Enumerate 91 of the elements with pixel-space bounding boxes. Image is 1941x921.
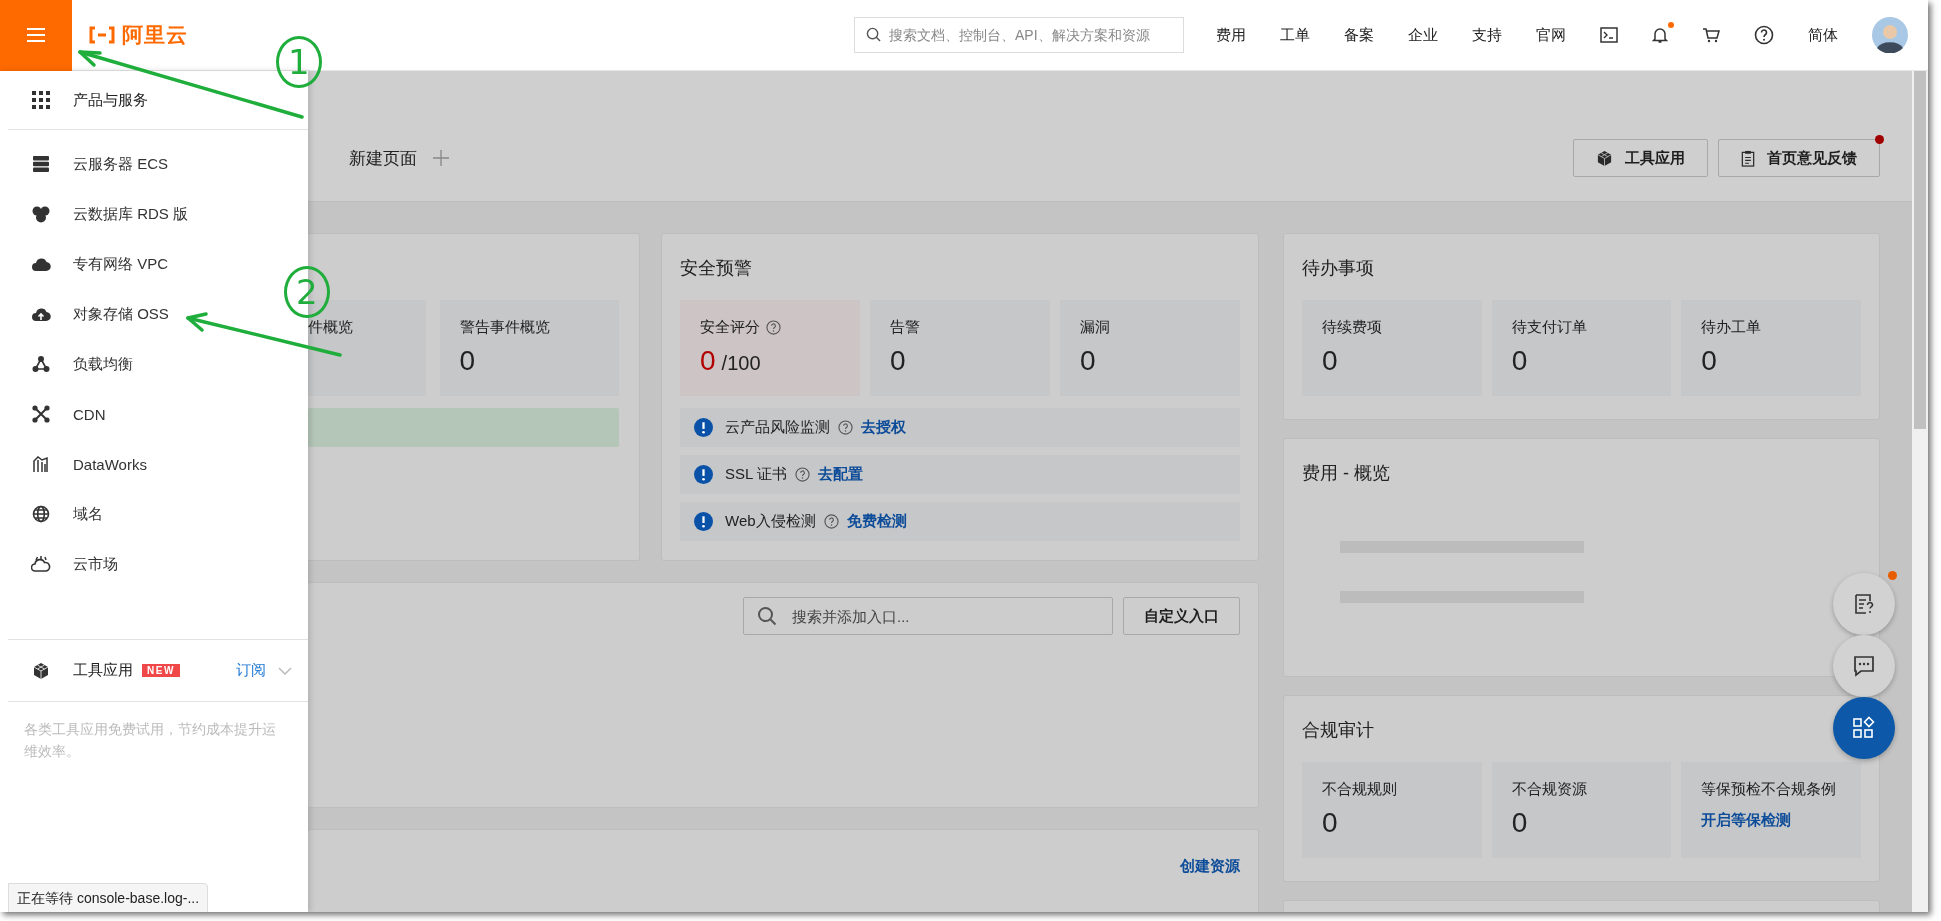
nav-link[interactable]: 工单 — [1280, 25, 1310, 45]
network-icon — [31, 405, 51, 423]
cart-icon[interactable] — [1702, 27, 1720, 43]
logo-icon — [88, 26, 116, 44]
header-button[interactable]: 工具应用 — [1573, 139, 1708, 177]
exclamation-icon — [694, 418, 713, 437]
entry-search-field[interactable]: 搜索并添加入口... — [743, 597, 1113, 635]
faq-icon — [1852, 592, 1876, 616]
card-title: 待办事项 — [1302, 257, 1375, 280]
tile-label: 待办工单 — [1701, 318, 1763, 337]
tile-value: 0 — [1322, 345, 1339, 377]
exclamation-icon — [694, 512, 713, 531]
bell-icon[interactable] — [1652, 26, 1668, 44]
columns-icon — [31, 455, 51, 473]
tile-label: 待续费项 — [1322, 318, 1383, 337]
grid-icon — [31, 91, 51, 109]
server-icon — [31, 155, 51, 173]
language-link[interactable]: 简体 — [1808, 25, 1838, 45]
tile-label: 等保预检不合规条例 — [1701, 780, 1838, 799]
menu-button[interactable] — [0, 0, 72, 71]
page-tab[interactable]: 新建页面 — [349, 146, 417, 170]
search-icon — [757, 606, 777, 626]
nav-link[interactable]: 支持 — [1472, 25, 1502, 45]
tile-label: 安全评分 — [700, 318, 760, 337]
scrollbar-thumb[interactable] — [1914, 71, 1926, 429]
card-title: 安全预警 — [680, 257, 753, 280]
tile-value: 0 — [1080, 345, 1096, 377]
card-title: 合规审计 — [1302, 719, 1375, 742]
tile-value: 0 — [700, 345, 716, 377]
globe-icon — [31, 505, 51, 523]
tile-label: 不合规资源 — [1511, 780, 1588, 799]
exclamation-icon — [694, 465, 713, 484]
search-icon — [866, 27, 881, 42]
alert-text: 云产品风险监测 — [725, 418, 830, 437]
annotation-number: 2 — [284, 266, 330, 318]
nav-link[interactable]: 备案 — [1344, 25, 1374, 45]
card-title: 费用 - 概览 — [1302, 462, 1391, 485]
tile-link[interactable]: 开启等保检测 — [1701, 811, 1841, 830]
alert-link[interactable]: 去配置 — [817, 465, 863, 484]
alert-text: Web入侵检测 — [725, 512, 816, 531]
tile-label: 警告事件概览 — [459, 318, 551, 337]
tile-value: 0 — [1701, 345, 1718, 377]
tile-value: 0 — [1511, 807, 1529, 839]
subscribe-link[interactable]: 订阅 — [236, 661, 266, 680]
new-badge: NEW — [142, 664, 180, 677]
score-total: /100 — [721, 352, 761, 375]
create-resource-link[interactable]: 创建资源 — [1180, 857, 1240, 876]
status-text: 正在等待 console-base.log-... — [8, 883, 209, 912]
alert-link[interactable]: 免费检测 — [846, 512, 907, 531]
clipboard-icon — [1741, 149, 1755, 167]
terminal-icon[interactable] — [1600, 27, 1618, 43]
cloud-upload-icon — [31, 306, 51, 322]
menu-icon — [26, 27, 46, 43]
sidebar-item[interactable]: 云服务器 ECS — [0, 139, 308, 189]
apps-icon — [1852, 716, 1876, 740]
tile-value: 0 — [1322, 807, 1339, 839]
scrollbar[interactable] — [1912, 71, 1928, 912]
sidebar-item[interactable]: CDN — [0, 389, 308, 439]
alert-link[interactable]: 去授权 — [861, 418, 906, 437]
database-icon — [31, 205, 51, 223]
help-icon[interactable] — [1754, 25, 1774, 45]
nav-link[interactable]: 官网 — [1536, 25, 1566, 45]
cloud-store-icon — [31, 555, 51, 573]
tile-value: 0 — [1511, 345, 1529, 377]
tile-label: 待支付订单 — [1511, 318, 1588, 337]
nav-link[interactable]: 费用 — [1216, 25, 1246, 45]
sidebar-item[interactable]: 云数据库 RDS 版 — [0, 189, 308, 239]
tile-label: 不合规规则 — [1322, 780, 1398, 799]
tools-description: 各类工具应用免费试用，节约成本提升运维效率。 — [23, 720, 277, 761]
cube-icon — [1596, 149, 1613, 167]
avatar[interactable] — [1872, 17, 1908, 53]
sidebar-item[interactable]: 负载均衡 — [0, 339, 308, 389]
tile-label: 告警 — [890, 318, 920, 337]
tile-value: 0 — [890, 345, 906, 377]
search-field[interactable]: 搜索文档、控制台、API、解决方案和资源 — [854, 17, 1184, 53]
cube-icon — [31, 661, 51, 680]
chat-icon — [1852, 654, 1876, 678]
nav-link[interactable]: 企业 — [1408, 25, 1438, 45]
alert-text: SSL 证书 — [725, 465, 787, 484]
annotation-number: 1 — [276, 36, 322, 88]
tools-label: 工具应用 — [73, 661, 133, 680]
sidebar-item[interactable]: DataWorks — [0, 439, 308, 489]
tile-label: 漏洞 — [1080, 318, 1110, 337]
tile-value: 0 — [459, 345, 477, 377]
tile-label: 件概览 — [308, 318, 354, 337]
cloud-icon — [31, 256, 51, 272]
sidebar-item[interactable]: 云市场 — [0, 539, 308, 589]
sidebar-item[interactable]: 域名 — [0, 489, 308, 539]
custom-entry-button[interactable]: 自定义入口 — [1123, 597, 1240, 635]
nodes-icon — [31, 355, 51, 373]
floating-button[interactable] — [1833, 635, 1895, 697]
